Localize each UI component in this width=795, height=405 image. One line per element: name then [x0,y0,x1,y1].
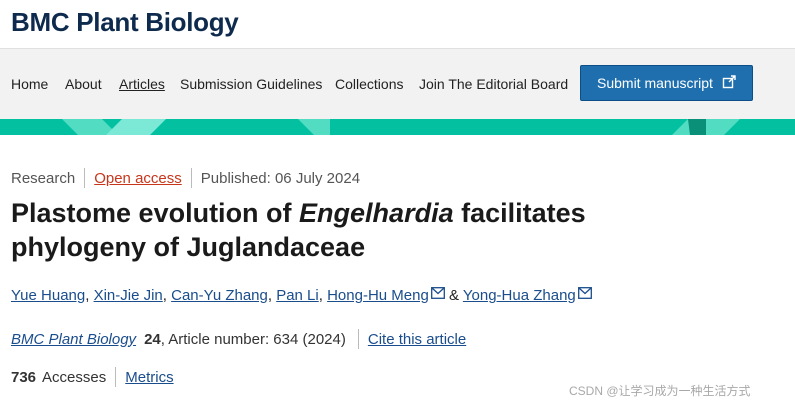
external-link-icon [721,74,737,93]
author-link[interactable]: Can-Yu Zhang [171,287,268,304]
author-separator: & [444,287,463,304]
accesses-label: Accesses [42,368,107,386]
main-nav: Home About Articles Submission Guideline… [0,49,795,119]
article-title: Plastome evolution of Engelhardia facili… [11,196,711,264]
nav-articles[interactable]: Articles [119,76,165,92]
published-date: Published: 06 July 2024 [200,169,361,187]
divider [84,168,86,188]
title-genus: Engelhardia [299,198,454,228]
author-link[interactable]: Yong-Hua Zhang [463,287,576,304]
divider [190,168,192,188]
email-icon[interactable] [577,286,592,303]
author-separator: , [162,287,172,304]
author-separator: , [267,287,277,304]
author-link[interactable]: Yue Huang [11,287,85,304]
submit-manuscript-button[interactable]: Submit manuscript [580,65,753,101]
article-meta: Research Open access Published: 06 July … [11,168,360,188]
divider [115,367,117,387]
submit-button-label: Submit manuscript [597,75,713,91]
metrics-link[interactable]: Metrics [125,369,173,386]
author-separator: , [85,287,94,304]
metrics-line: 736 Accesses Metrics [11,367,174,387]
open-access-link[interactable]: Open access [94,170,182,187]
article-number: , Article number: 634 (2024) [160,330,346,348]
author-link[interactable]: Hong-Hu Meng [327,287,429,304]
author-link[interactable]: Xin-Jie Jin [94,287,163,304]
volume-number: 24 [144,330,161,348]
nav-collections[interactable]: Collections [335,76,403,92]
nav-submission-guidelines[interactable]: Submission Guidelines [180,76,322,92]
cite-this-article-link[interactable]: Cite this article [368,331,466,348]
journal-logo[interactable]: BMC Plant Biology [11,7,239,38]
title-text: Plastome evolution of [11,198,300,228]
watermark: CSDN @让学习成为一种生活方式 [569,384,751,398]
author-list: Yue Huang, Xin-Jie Jin, Can-Yu Zhang, Pa… [11,287,592,304]
divider [357,329,359,349]
email-icon[interactable] [430,286,445,303]
accesses-count: 736 [11,368,37,386]
author-separator: , [318,287,328,304]
author-link[interactable]: Pan Li [276,287,319,304]
journal-link[interactable]: BMC Plant Biology [11,331,136,348]
nav-home[interactable]: Home [11,76,48,92]
article-type: Research [11,169,76,187]
citation-line: BMC Plant Biology 24 , Article number: 6… [11,329,466,349]
site-header: BMC Plant Biology [0,0,795,49]
nav-editorial-board[interactable]: Join The Editorial Board [419,76,568,92]
decorative-band [0,119,795,135]
nav-about[interactable]: About [65,76,102,92]
